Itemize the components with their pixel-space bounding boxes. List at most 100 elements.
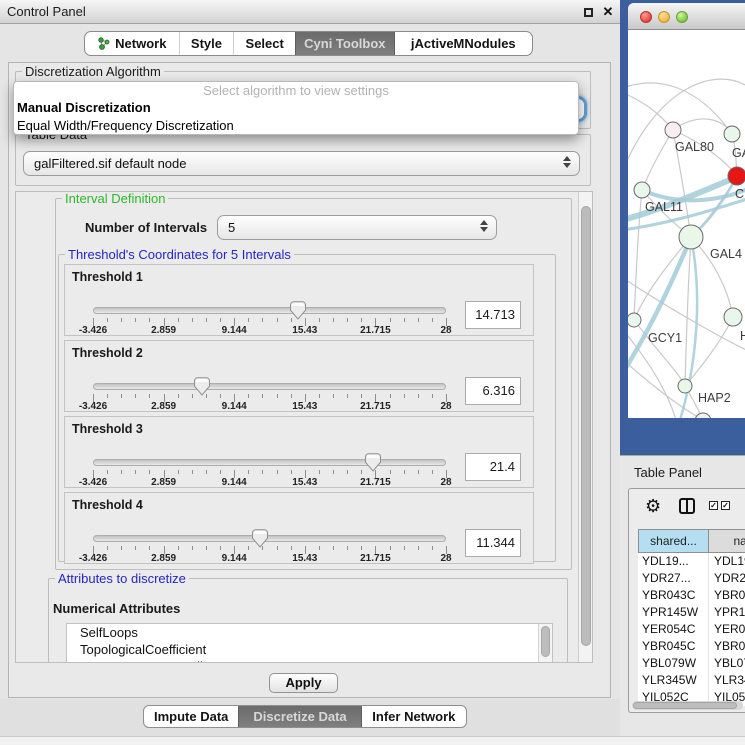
network-window-titlebar[interactable]: [628, 3, 745, 30]
network-node[interactable]: [728, 167, 745, 185]
attribute-list-item[interactable]: TopologicalCoefficient: [67, 641, 552, 658]
table-row[interactable]: YBR043CYBR043C: [638, 587, 745, 604]
cell-name[interactable]: YLR345W: [709, 672, 745, 689]
cell-name[interactable]: YDR27: [709, 570, 745, 587]
algorithm-option-manual[interactable]: Manual Discretization: [14, 99, 578, 117]
network-node[interactable]: [724, 308, 742, 326]
axis-tick-label: 21.715: [360, 553, 391, 564]
column-header-shared-name[interactable]: shared...: [638, 529, 709, 553]
table-row[interactable]: YER054CYER054C: [638, 621, 745, 638]
network-node[interactable]: [679, 225, 703, 249]
table-horizontal-scrollbar-thumb[interactable]: [633, 702, 737, 709]
tab-discretize-data-label: Discretize Data: [253, 709, 346, 724]
cell-name[interactable]: YBR043C: [709, 587, 745, 604]
window-zoom-icon[interactable]: [676, 11, 688, 23]
network-edge[interactable]: [685, 317, 733, 386]
tab-network[interactable]: Network: [85, 32, 179, 55]
network-edge[interactable]: [685, 237, 691, 386]
network-edge[interactable]: [634, 237, 691, 320]
table-data-combobox[interactable]: galFiltered.sif default node: [23, 151, 580, 176]
slider-track[interactable]: [93, 459, 446, 466]
numerical-attributes-list[interactable]: SelfLoopsTopologicalCoefficientBetweenne…: [66, 623, 553, 663]
tab-style[interactable]: Style: [179, 32, 234, 55]
attribute-list-item[interactable]: BetweennessCentrality: [67, 658, 552, 663]
network-node[interactable]: [628, 313, 641, 327]
slider-tick: [206, 546, 207, 550]
network-edge[interactable]: [673, 119, 732, 134]
settings-vertical-scrollbar[interactable]: [578, 192, 593, 663]
network-node[interactable]: [634, 182, 650, 198]
table-row[interactable]: YDR27...YDR27: [638, 570, 745, 587]
algorithm-option-equal-width[interactable]: Equal Width/Frequency Discretization: [14, 117, 578, 135]
attributes-list-scrollbar-thumb[interactable]: [541, 626, 550, 657]
checkbox-icon[interactable]: ✓: [721, 501, 730, 510]
close-icon[interactable]: ✕: [600, 3, 616, 21]
cell-shared-name[interactable]: YDR27...: [638, 570, 709, 587]
tab-jactivemnodules[interactable]: jActiveMNodules: [394, 32, 532, 55]
network-edge[interactable]: [628, 79, 745, 170]
cell-shared-name[interactable]: YER054C: [638, 621, 709, 638]
window-minimize-icon[interactable]: [658, 11, 670, 23]
numerical-attributes-label: Numerical Attributes: [53, 601, 180, 616]
tab-cyni-toolbox[interactable]: Cyni Toolbox: [295, 32, 394, 55]
slider-track[interactable]: [93, 535, 446, 542]
threshold-value-field[interactable]: 6.316: [465, 377, 521, 405]
threshold-slider[interactable]: [93, 459, 446, 467]
cell-name[interactable]: YBL079W: [709, 655, 745, 672]
tab-infer-network[interactable]: Infer Network: [361, 706, 466, 727]
network-view-window[interactable]: GAL80GACGAL11GAL4GCY1HHAP2: [628, 3, 745, 418]
window-close-icon[interactable]: [640, 11, 652, 23]
cell-shared-name[interactable]: YLR345W: [638, 672, 709, 689]
cell-shared-name[interactable]: YDL19...: [638, 553, 709, 570]
network-node[interactable]: [724, 126, 740, 142]
network-canvas[interactable]: GAL80GACGAL11GAL4GCY1HHAP2: [628, 30, 745, 418]
slider-tick: [277, 470, 278, 474]
threshold-value-field[interactable]: 14.713: [465, 301, 521, 329]
cell-name[interactable]: YBR045C: [709, 638, 745, 655]
settings-scrollbar-thumb[interactable]: [581, 206, 591, 646]
column-layout-icon[interactable]: [679, 498, 695, 514]
tab-select[interactable]: Select: [233, 32, 295, 55]
attributes-list-scrollbar[interactable]: [538, 624, 552, 663]
apply-button[interactable]: Apply: [269, 673, 338, 693]
column-header-name[interactable]: name: [709, 529, 745, 553]
threshold-value-field[interactable]: 11.344: [465, 529, 521, 557]
tab-impute-data[interactable]: Impute Data: [144, 706, 238, 727]
tab-discretize-data[interactable]: Discretize Data: [238, 706, 360, 727]
settings-gear-icon[interactable]: ⚙: [645, 494, 661, 518]
cell-name[interactable]: YER054C: [709, 621, 745, 638]
network-node[interactable]: [678, 379, 692, 393]
float-window-icon[interactable]: [584, 8, 593, 17]
cell-name[interactable]: YPR145W: [709, 604, 745, 621]
network-node[interactable]: [695, 413, 711, 418]
table-row[interactable]: YBR045CYBR045C: [638, 638, 745, 655]
table-row[interactable]: YBL079WYBL079W: [638, 655, 745, 672]
cell-shared-name[interactable]: YPR145W: [638, 604, 709, 621]
slider-tick: [347, 394, 348, 398]
table-row[interactable]: YPR145WYPR145W: [638, 604, 745, 621]
network-edge[interactable]: [628, 93, 673, 130]
cell-shared-name[interactable]: YBR043C: [638, 587, 709, 604]
table-row[interactable]: YLR345WYLR345W: [638, 672, 745, 689]
table-row[interactable]: YDL19...YDL19: [638, 553, 745, 570]
attribute-list-item[interactable]: SelfLoops: [67, 624, 552, 641]
threshold-slider[interactable]: [93, 383, 446, 391]
threshold-slider[interactable]: [93, 535, 446, 543]
number-of-intervals-spinner[interactable]: 5: [217, 215, 497, 240]
slider-axis: -3.4262.8599.14415.4321.71528: [93, 325, 446, 337]
threshold-label: Threshold 3: [72, 422, 143, 436]
network-edge[interactable]: [642, 130, 673, 190]
threshold-value-field[interactable]: 21.4: [465, 453, 521, 481]
table-horizontal-scrollbar[interactable]: [632, 701, 743, 710]
checkbox-icon[interactable]: ✓: [709, 501, 718, 510]
threshold-slider[interactable]: [93, 307, 446, 315]
network-edge[interactable]: [634, 190, 642, 320]
cell-name[interactable]: YDL19: [709, 553, 745, 570]
slider-track[interactable]: [93, 307, 446, 314]
slider-track[interactable]: [93, 383, 446, 390]
network-node[interactable]: [665, 122, 681, 138]
axis-tick-label: -3.426: [79, 325, 107, 336]
table-panel-card: ⚙ ✓ ✓ shared... name YDL19...YDL19YDR27.…: [628, 488, 745, 713]
cell-shared-name[interactable]: YBL079W: [638, 655, 709, 672]
cell-shared-name[interactable]: YBR045C: [638, 638, 709, 655]
